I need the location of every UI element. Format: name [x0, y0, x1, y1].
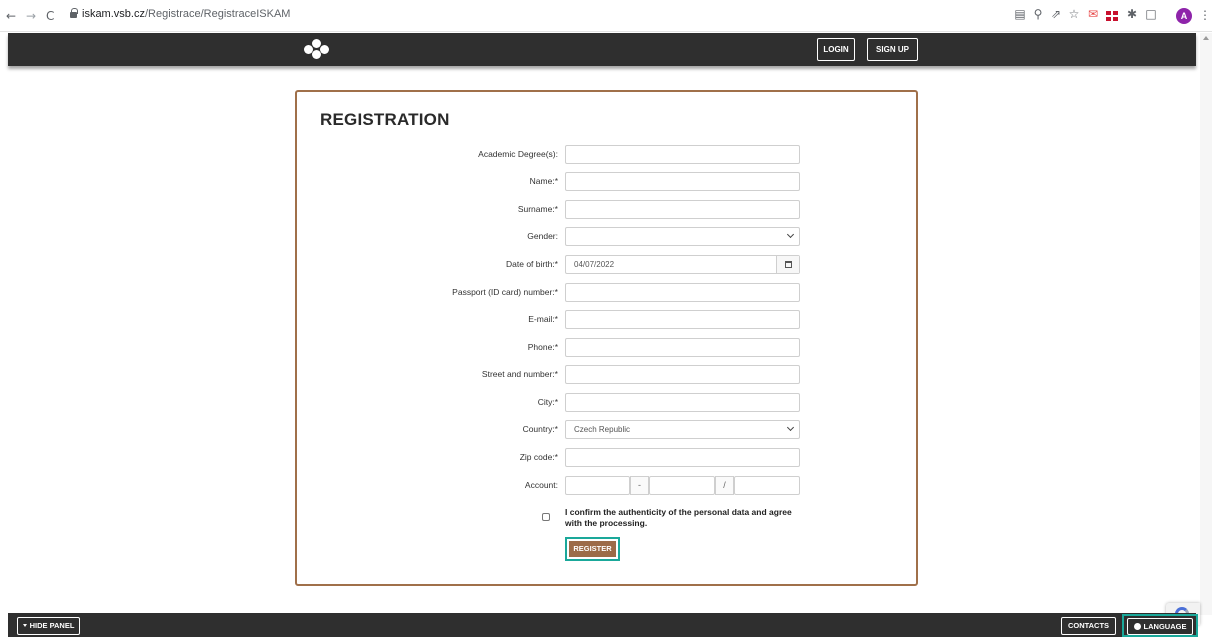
- bank-code-input[interactable]: [734, 476, 800, 495]
- country-value: Czech Republic: [574, 425, 631, 434]
- browser-toolbar: ← → C iskam.vsb.cz/Registrace/Registrace…: [0, 0, 1212, 32]
- hide-panel-label: HIDE PANEL: [29, 621, 75, 630]
- zoom-icon[interactable]: ⚲: [1030, 7, 1046, 21]
- phone-label: Phone:*: [527, 342, 558, 352]
- form-row-passport: Passport (ID card) number:*: [297, 283, 916, 303]
- street-input[interactable]: [565, 365, 800, 384]
- chevron-down-icon: [786, 230, 795, 239]
- form-row-city: City:*: [297, 393, 916, 413]
- account-number-input[interactable]: [649, 476, 715, 495]
- email-label: E-mail:*: [528, 314, 558, 324]
- degree-label: Academic Degree(s):: [478, 149, 558, 159]
- form-row-email: E-mail:*: [297, 310, 916, 330]
- form-row-degree: Academic Degree(s):: [297, 145, 916, 165]
- passport-label: Passport (ID card) number:*: [452, 287, 558, 297]
- register-focus-outline: REGISTER: [565, 537, 620, 561]
- reload-icon[interactable]: C: [46, 9, 54, 23]
- dob-label: Date of birth:*: [506, 259, 558, 269]
- zip-input[interactable]: [565, 448, 800, 467]
- language-button[interactable]: LANGUAGE: [1127, 618, 1193, 635]
- account-label: Account:: [524, 480, 558, 490]
- login-button[interactable]: LOGIN: [817, 38, 855, 61]
- browser-menu-icon[interactable]: ⋮: [1199, 8, 1211, 22]
- account-slash: /: [715, 476, 734, 495]
- address-bar[interactable]: iskam.vsb.cz/Registrace/RegistraceISKAM: [82, 8, 290, 20]
- registration-card: REGISTRATION Academic Degree(s): Name:* …: [295, 90, 918, 586]
- form-row-street: Street and number:*: [297, 365, 916, 385]
- country-label: Country:*: [522, 424, 558, 434]
- street-label: Street and number:*: [481, 369, 558, 379]
- scroll-up-icon[interactable]: [1203, 36, 1209, 40]
- surname-label: Surname:*: [517, 204, 558, 214]
- contacts-button[interactable]: CONTACTS: [1061, 617, 1116, 635]
- dob-input[interactable]: 04/07/2022: [565, 255, 800, 274]
- site-header: LOGIN SIGN UP: [8, 33, 1196, 66]
- city-input[interactable]: [565, 393, 800, 412]
- form-row-surname: Surname:*: [297, 200, 916, 220]
- email-input[interactable]: [565, 310, 800, 329]
- degree-input[interactable]: [565, 145, 800, 164]
- caret-down-icon: [22, 624, 27, 627]
- account-dash: -: [630, 476, 649, 495]
- gender-label: Gender:: [527, 231, 558, 241]
- zip-label: Zip code:*: [519, 452, 558, 462]
- phone-input[interactable]: [565, 338, 800, 357]
- bottom-panel: HIDE PANEL CONTACTS LANGUAGE: [8, 613, 1198, 637]
- mail-icon[interactable]: ✉: [1085, 7, 1101, 21]
- hide-panel-button[interactable]: HIDE PANEL: [17, 617, 80, 635]
- page-title: REGISTRATION: [320, 110, 450, 129]
- chevron-down-icon: [786, 423, 795, 432]
- form-row-zip: Zip code:*: [297, 448, 916, 468]
- language-label: LANGUAGE: [1143, 622, 1187, 631]
- url-path: /Registrace/RegistraceISKAM: [144, 8, 291, 20]
- profile-avatar[interactable]: A: [1176, 8, 1192, 24]
- country-select[interactable]: Czech Republic: [565, 420, 800, 439]
- lock-icon[interactable]: [70, 8, 78, 18]
- forward-arrow-icon[interactable]: →: [26, 9, 36, 23]
- share-icon[interactable]: ⇗: [1048, 7, 1064, 21]
- signup-button[interactable]: SIGN UP: [867, 38, 918, 61]
- site-logo-icon[interactable]: [304, 39, 330, 59]
- form-row-phone: Phone:*: [297, 338, 916, 358]
- name-input[interactable]: [565, 172, 800, 191]
- form-row-name: Name:*: [297, 172, 916, 192]
- form-row-dob: Date of birth:* 04/07/2022: [297, 255, 916, 275]
- language-focus-outline: LANGUAGE: [1122, 614, 1198, 637]
- calendar-icon[interactable]: [776, 256, 799, 273]
- form-row-country: Country:* Czech Republic: [297, 420, 916, 440]
- confirm-text: I confirm the authenticity of the person…: [565, 507, 792, 528]
- confirm-checkbox[interactable]: [542, 513, 550, 521]
- passport-input[interactable]: [565, 283, 800, 302]
- dob-value: 04/07/2022: [574, 260, 615, 269]
- form-row-account: Account: - /: [297, 476, 916, 496]
- page-scrollbar[interactable]: [1200, 33, 1212, 615]
- city-label: City:*: [537, 397, 558, 407]
- form-row-gender: Gender:: [297, 227, 916, 247]
- name-label: Name:*: [529, 176, 558, 186]
- account-prefix-input[interactable]: [565, 476, 630, 495]
- star-icon[interactable]: ☆: [1066, 7, 1082, 21]
- translate-icon[interactable]: ▤: [1012, 7, 1028, 21]
- gender-select[interactable]: [565, 227, 800, 246]
- sidebar-icon[interactable]: □: [1143, 7, 1159, 21]
- uk-flag-icon[interactable]: [1106, 11, 1118, 21]
- back-arrow-icon[interactable]: ←: [6, 9, 16, 23]
- puzzle-icon[interactable]: ✱: [1124, 7, 1140, 21]
- url-host: iskam.vsb.cz: [82, 8, 145, 20]
- globe-icon: [1133, 623, 1141, 630]
- surname-input[interactable]: [565, 200, 800, 219]
- register-button[interactable]: REGISTER: [569, 541, 616, 557]
